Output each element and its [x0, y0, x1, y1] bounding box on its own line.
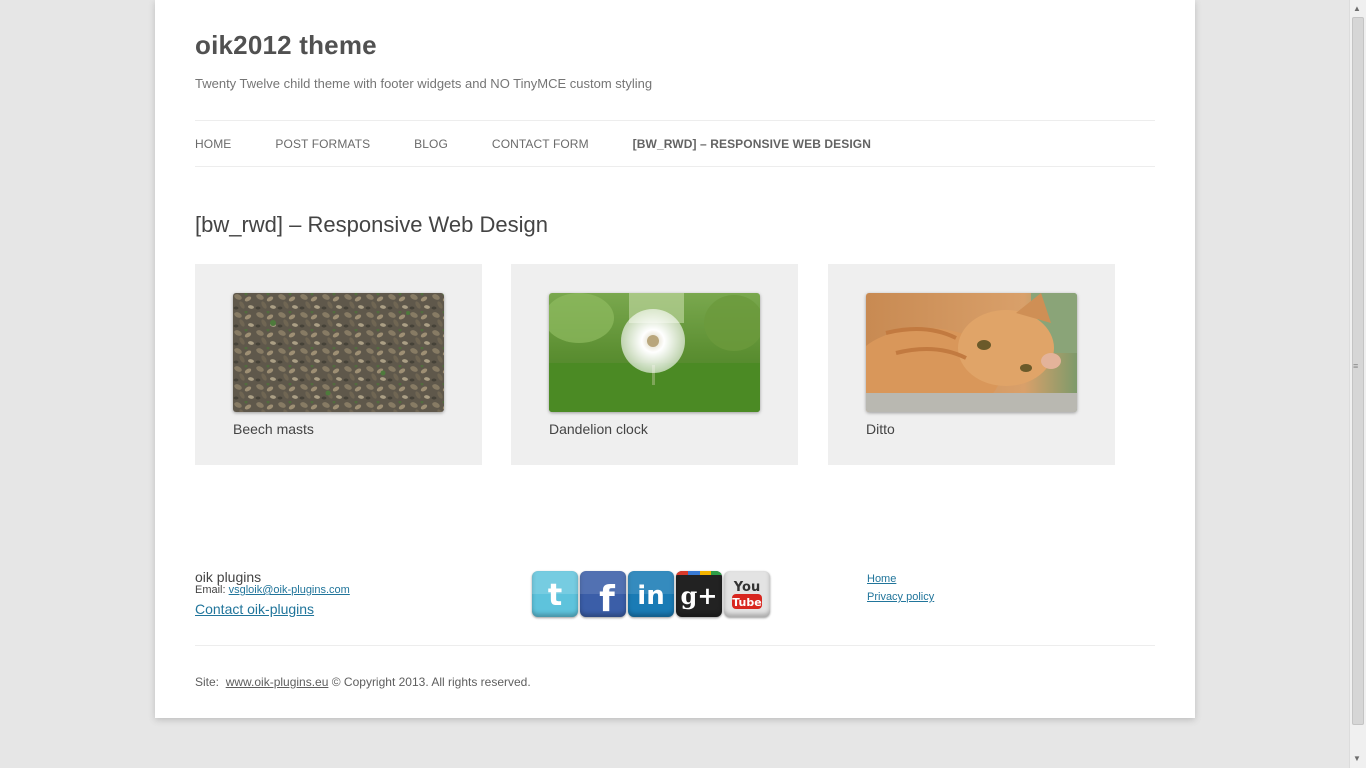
gallery-caption: Dandelion clock	[549, 421, 648, 437]
facebook-icon[interactable]: f	[580, 571, 626, 617]
nav-item-blog[interactable]: Blog	[414, 137, 448, 151]
svg-text:g+: g+	[681, 581, 718, 610]
gallery-image-ditto[interactable]	[866, 293, 1077, 412]
email-link[interactable]: vsgloik@oik-plugins.com	[229, 584, 350, 596]
main-navigation: Home Post Formats Blog Contact Form [bw_…	[195, 120, 1155, 167]
gallery-image-dandelion-clock[interactable]	[549, 293, 760, 412]
youtube-icon[interactable]: You Tube	[724, 571, 770, 617]
linkedin-icon[interactable]: in	[628, 571, 674, 617]
site-label: Site:	[195, 675, 220, 689]
nav-item-contact-form[interactable]: Contact Form	[492, 137, 589, 151]
gallery-caption: Ditto	[866, 421, 895, 437]
footer-widget-title: oik plugins	[195, 569, 262, 585]
footer-divider	[195, 645, 1155, 646]
scroll-up-arrow-icon[interactable]: ▲	[1353, 4, 1361, 13]
social-buttons: t f in g+ You Tube	[532, 571, 772, 617]
footer-link-privacy-policy[interactable]: Privacy policy	[867, 591, 934, 603]
page-container: oik2012 theme Twenty Twelve child theme …	[155, 0, 1195, 718]
gallery-card: Beech masts	[195, 264, 482, 465]
site-url-link[interactable]: www.oik-plugins.eu	[226, 675, 329, 689]
gallery-card: Dandelion clock	[511, 264, 798, 465]
scroll-down-arrow-icon[interactable]: ▼	[1353, 754, 1361, 763]
nav-item-post-formats[interactable]: Post Formats	[275, 137, 370, 151]
footer-email-line: Email: vsgloik@oik-plugins.com	[195, 584, 350, 596]
vertical-scrollbar[interactable]: ▲ ≡ ▼	[1349, 0, 1366, 768]
footer-links: Home Privacy policy	[867, 570, 934, 606]
email-label: Email:	[195, 584, 226, 596]
svg-text:t: t	[548, 578, 562, 613]
svg-text:Tube: Tube	[732, 596, 761, 609]
nav-item-responsive-web-design[interactable]: [bw_rwd] – Responsive Web Design	[633, 137, 871, 151]
site-description: Twenty Twelve child theme with footer wi…	[195, 76, 653, 91]
svg-text:You: You	[733, 580, 760, 595]
scrollbar-grip-icon: ≡	[1353, 361, 1359, 371]
contact-link[interactable]: Contact oik-plugins	[195, 601, 314, 617]
svg-text:f: f	[599, 579, 615, 617]
svg-text:in: in	[637, 581, 664, 611]
gallery-caption: Beech masts	[233, 421, 314, 437]
entry-title: [bw_rwd] – Responsive Web Design	[195, 212, 548, 237]
footer-widgets: oik plugins Email: vsgloik@oik-plugins.c…	[195, 568, 1155, 628]
gallery-card: Ditto	[828, 264, 1115, 465]
scrollbar-thumb[interactable]	[1352, 17, 1364, 725]
footer-link-home[interactable]: Home	[867, 573, 896, 585]
site-title[interactable]: oik2012 theme	[195, 30, 377, 61]
nav-item-home[interactable]: Home	[195, 137, 231, 151]
twitter-icon[interactable]: t	[532, 571, 578, 617]
copyright-text: © Copyright 2013. All rights reserved.	[331, 675, 531, 689]
site-info: Site: www.oik-plugins.eu © Copyright 201…	[195, 675, 531, 689]
google-plus-icon[interactable]: g+	[676, 571, 722, 617]
gallery-image-beech-masts[interactable]	[233, 293, 444, 412]
